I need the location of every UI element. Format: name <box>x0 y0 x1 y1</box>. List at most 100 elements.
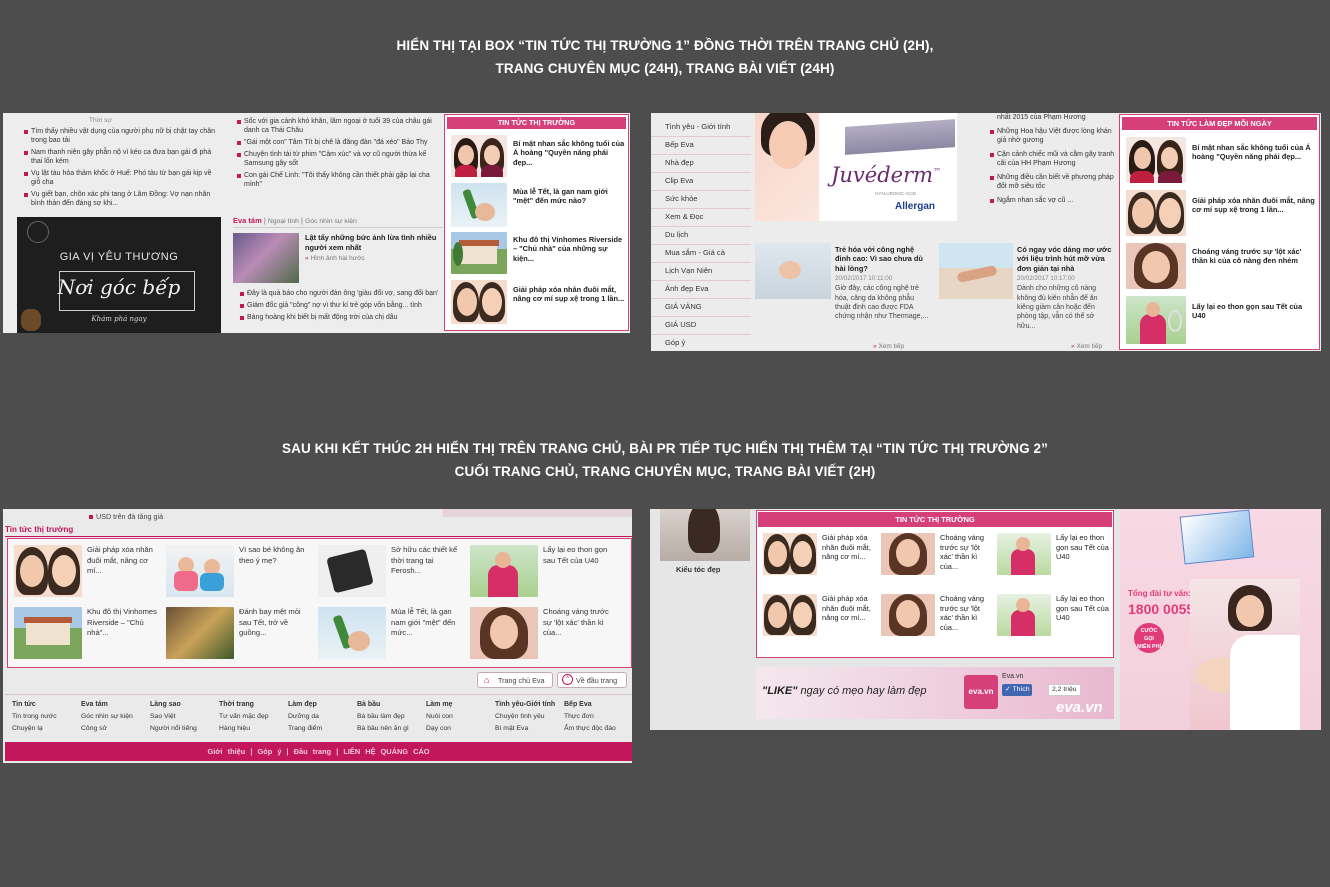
footer-link[interactable]: Chuyện lạ <box>12 723 57 735</box>
grid-item-title[interactable]: Khu đô thị Vinhomes Riverside – "Chủ nhà… <box>87 607 159 659</box>
footer-heading[interactable]: Tình yêu-Giới tính <box>495 699 555 711</box>
tab-eva-tam[interactable]: Eva tám <box>233 216 262 225</box>
box-item-title[interactable]: Giải pháp xóa nhăn đuôi mắt, nâng cơ mí … <box>1192 196 1316 215</box>
box-item[interactable]: Choáng váng trước sự 'lột xác' thần kì c… <box>1126 243 1316 289</box>
nav-item[interactable]: GIÁ USD <box>651 317 751 335</box>
footer-heading[interactable]: Làm mẹ <box>426 699 453 711</box>
news-link[interactable]: Chuyện tình tài từ phim "Cảm xúc" và vợ … <box>236 150 441 168</box>
news-link[interactable]: USD trên đà tăng giá <box>88 512 163 521</box>
nav-item[interactable]: Xem & Đọc <box>651 209 751 227</box>
tab-goc-nhin[interactable]: Góc nhìn sự kiện <box>305 218 357 225</box>
grid-item[interactable]: Giải pháp xóa nhăn đuôi mắt, nâng cơ mí.… <box>763 594 876 636</box>
footer-link[interactable]: Thực đơn <box>564 711 616 723</box>
nav-item[interactable]: Ảnh đẹp Eva <box>651 281 751 299</box>
news-link[interactable]: Cận cảnh chiếc mũi và cằm gây tranh cãi … <box>989 150 1117 168</box>
grid-item-title[interactable]: Giải pháp xóa nhăn đuôi mắt, nâng cơ mí.… <box>87 545 155 597</box>
nav-item[interactable]: Lịch Vạn Niên <box>651 263 751 281</box>
footer-heading[interactable]: Làng sao <box>150 699 197 711</box>
news-link[interactable]: Vụ giết bạn, chôn xác phi tang ở Lâm Đồn… <box>23 190 221 208</box>
nav-item[interactable]: Tình yêu - Giới tính <box>651 119 751 137</box>
grid-item[interactable]: Lấy lại eo thon gọn sau Tết của U40 <box>997 594 1110 636</box>
back-to-top-button[interactable]: ^ Về đầu trang <box>557 672 627 688</box>
banner-noi-goc-bep[interactable]: GIA VỊ YÊU THƯƠNG Nơi góc bếp Khám phá n… <box>17 217 221 333</box>
box-item-title[interactable]: Bí mật nhan sắc không tuổi của Á hoàng "… <box>1192 143 1316 162</box>
grid-item-title[interactable]: Choáng váng trước sự 'lột xác' thần kì c… <box>940 533 994 575</box>
fb-page-name[interactable]: Eva.vn <box>1002 673 1023 680</box>
footer-link[interactable]: Góc nhìn sự kiện <box>81 711 133 723</box>
nav-item[interactable]: Nhà đẹp <box>651 155 751 173</box>
box-item-title[interactable]: Choáng váng trước sự 'lột xác' thần kì c… <box>1192 247 1316 266</box>
news-link[interactable]: Giám đốc giả "công" nợ vì thư kí trẻ góp… <box>239 301 443 310</box>
grid-item[interactable]: Vì sao bé không ăn theo ý mẹ? <box>166 545 309 597</box>
grid-item[interactable]: Choáng váng trước sự 'lột xác' thần kì c… <box>881 594 994 636</box>
article-title[interactable]: Trẻ hóa với công nghệ đỉnh cao: Vì sao c… <box>835 245 931 273</box>
box-item-title[interactable]: Mùa lễ Tết, là gan nam giới "mệt" đến mứ… <box>513 187 627 206</box>
more-link[interactable]: » Xem tiếp <box>873 343 904 350</box>
hairstyle-label[interactable]: Kiểu tóc đẹp <box>676 565 720 574</box>
grid-item[interactable]: Lấy lại eo thon gọn sau Tết của U40 <box>997 533 1110 575</box>
grid-item[interactable]: Giải pháp xóa nhăn đuôi mắt, nâng cơ mí.… <box>14 545 155 597</box>
news-link[interactable]: Bàng hoàng khi biết bị mất động trời của… <box>239 313 443 322</box>
home-button[interactable]: ⌂ Trang chủ Eva <box>477 672 553 688</box>
nav-item[interactable]: Mua sắm - Giá cả <box>651 245 751 263</box>
feature-thumbnail[interactable] <box>233 233 299 283</box>
footer-link[interactable]: Tư vấn mặc đẹp <box>219 711 269 723</box>
footer-link[interactable]: Công sở <box>81 723 133 735</box>
beach-photo[interactable] <box>939 243 1013 299</box>
news-link[interactable]: Nam thanh niên gây phẫn nộ vì kéo ca đưa… <box>23 148 221 166</box>
nav-item[interactable]: Du lịch <box>651 227 751 245</box>
box-item[interactable]: Khu đô thị Vinhomes Riverside – "Chủ nhà… <box>451 232 627 274</box>
grid-item[interactable]: Khu đô thị Vinhomes Riverside – "Chủ nhà… <box>14 607 159 659</box>
grid-item-title[interactable]: Giải pháp xóa nhăn đuôi mắt, nâng cơ mí.… <box>822 594 876 636</box>
box-item-title[interactable]: Giải pháp xóa nhăn đuôi mắt, nâng cơ mí … <box>513 285 627 304</box>
box-item[interactable]: Giải pháp xóa nhăn đuôi mắt, nâng cơ mí … <box>1126 190 1316 236</box>
footer-link[interactable]: Tin trong nước <box>12 711 57 723</box>
footer-heading[interactable]: Bà bầu <box>357 699 409 711</box>
tab-ngoai-tinh[interactable]: Ngoại tình <box>268 218 299 225</box>
box-item[interactable]: Bí mật nhan sắc không tuổi của Á hoàng "… <box>1126 137 1316 183</box>
footer-heading[interactable]: Tin tức <box>12 699 57 711</box>
fb-like-button[interactable]: ✓ Thích <box>1002 684 1033 696</box>
box-item[interactable]: Bí mật nhan sắc không tuổi của Á hoàng "… <box>451 135 627 177</box>
section-title[interactable]: Tin tức thị trường <box>5 525 73 534</box>
footer-heading[interactable]: Làm đẹp <box>288 699 322 711</box>
grid-item-title[interactable]: Sở hữu các thiết kế thời trang tại Feros… <box>391 545 463 597</box>
clinic-photo[interactable] <box>755 243 831 299</box>
news-link[interactable]: Ngắm nhan sắc vợ cũ ... <box>989 196 1117 205</box>
footer-link-top[interactable]: Đầu trang <box>294 747 332 756</box>
grid-item[interactable]: Mùa lễ Tết, là gan nam giới "mệt" đến mứ… <box>318 607 463 659</box>
box-item-title[interactable]: Bí mật nhan sắc không tuổi của Á hoàng "… <box>513 139 627 167</box>
section-thoi-su[interactable]: Thời sự <box>89 117 112 124</box>
footer-heading[interactable]: Thời trang <box>219 699 269 711</box>
footer-link[interactable]: Dưỡng da <box>288 711 322 723</box>
grid-item[interactable]: Giải pháp xóa nhăn đuôi mắt, nâng cơ mí.… <box>763 533 876 575</box>
box-item[interactable]: Mùa lễ Tết, là gan nam giới "mệt" đến mứ… <box>451 183 627 227</box>
grid-item[interactable]: Đánh bay mệt mỏi sau Tết, trở về guồng..… <box>166 607 309 659</box>
footer-link[interactable]: Chuyện tình yêu <box>495 711 555 723</box>
nav-item[interactable]: Góp ý <box>651 335 751 351</box>
feature-sub-label[interactable]: Hình ảnh hài hước <box>310 255 364 262</box>
box-item[interactable]: Lấy lại eo thon gọn sau Tết của U40 <box>1126 296 1316 344</box>
grid-item-title[interactable]: Lấy lại eo thon gọn sau Tết của U40 <box>1056 594 1110 636</box>
juvederm-ad[interactable]: Juvéderm™ HYALURONIC ACID Allergan <box>755 113 957 221</box>
ad-phone[interactable]: 1800 0055 <box>1128 601 1194 617</box>
feature-title[interactable]: Lật tẩy những bức ảnh lừa tình nhiều ngư… <box>305 233 441 252</box>
footer-link-feedback[interactable]: Góp ý <box>257 747 281 756</box>
news-link[interactable]: "Gái một con" Tâm Tít bị chê là đăng đàn… <box>236 138 441 147</box>
footer-link-intro[interactable]: Giới thiệu <box>207 747 245 756</box>
news-link[interactable]: Đây là quà báo cho người đàn ông 'giàu đ… <box>239 289 443 298</box>
nav-item[interactable]: Clip Eva <box>651 173 751 191</box>
grid-item-title[interactable]: Giải pháp xóa nhăn đuôi mắt, nâng cơ mí.… <box>822 533 876 575</box>
footer-link[interactable]: Bí mật Eva <box>495 723 555 735</box>
box-item-title[interactable]: Khu đô thị Vinhomes Riverside – "Chủ nhà… <box>513 235 627 263</box>
grid-item[interactable]: Lấy lại eo thon gọn sau Tết của U40 <box>470 545 615 597</box>
box-item[interactable]: Giải pháp xóa nhăn đuôi mắt, nâng cơ mí … <box>451 280 627 324</box>
footer-link[interactable]: Dạy con <box>426 723 453 735</box>
box-item-title[interactable]: Lấy lại eo thon gọn sau Tết của U40 <box>1192 302 1316 321</box>
grid-item-title[interactable]: Mùa lễ Tết, là gan nam giới "mệt" đến mứ… <box>391 607 463 659</box>
footer-heading[interactable]: Bếp Eva <box>564 699 616 711</box>
hotline-ad[interactable]: Tổng đài tư vấn: 1800 0055 CƯỚC GỌI MIỄN P… <box>1120 509 1321 730</box>
footer-link[interactable]: Hàng hiệu <box>219 723 269 735</box>
like-banner[interactable]: "LIKE" ngay có mẹo hay làm đẹp eva.vn Ev… <box>756 667 1114 719</box>
grid-item-title[interactable]: Choáng váng trước sự 'lột xác' thần kì c… <box>940 594 994 636</box>
